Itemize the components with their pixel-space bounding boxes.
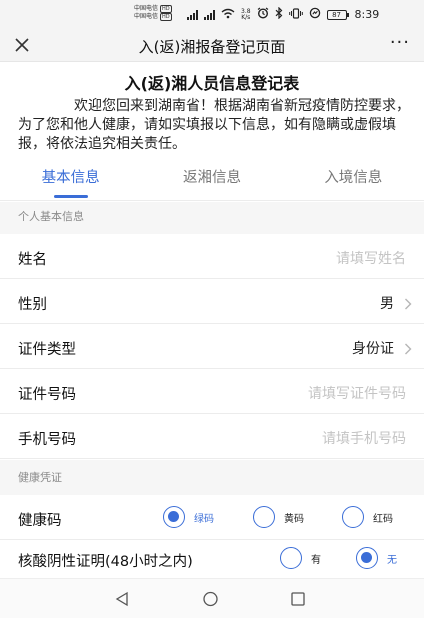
id-number-field[interactable]: 证件号码 请填写证件号码	[0, 369, 424, 414]
phone-label: 手机号码	[18, 432, 76, 448]
name-field[interactable]: 姓名 请填写姓名	[0, 234, 424, 279]
health-code-field: 健康码 绿码 黄码 红码	[0, 495, 424, 540]
signal-icon	[187, 9, 198, 20]
tab-return-info[interactable]: 返湘信息	[141, 165, 282, 200]
network-speed-unit: K/s	[241, 13, 251, 21]
hd-badge: HD	[160, 5, 172, 13]
data-saver-icon	[309, 7, 321, 22]
nucleic-test-no-label: 无	[387, 554, 397, 566]
nucleic-test-no-radio[interactable]: 无	[356, 547, 397, 569]
health-code-red-radio[interactable]: 红码	[342, 506, 393, 528]
page-title: 入(返)湘报备登记页面	[138, 38, 286, 56]
alarm-icon	[257, 7, 269, 22]
id-number-input[interactable]: 请填写证件号码	[308, 383, 406, 403]
nucleic-test-yes-label: 有	[311, 554, 321, 566]
health-code-yellow-label: 黄码	[284, 513, 304, 525]
nav-bar: 入(返)湘报备登记页面 ···	[0, 28, 424, 62]
radio-checked-icon	[163, 506, 185, 528]
system-nav-bar	[0, 578, 424, 618]
status-time: 8:39	[354, 8, 380, 21]
battery-icon: 87	[326, 9, 349, 20]
chevron-right-icon	[404, 340, 412, 355]
health-code-red-label: 红码	[373, 513, 393, 525]
radio-unchecked-icon	[280, 547, 302, 569]
nucleic-test-yes-radio[interactable]: 有	[280, 547, 321, 569]
phone-input[interactable]: 请填手机号码	[322, 428, 406, 448]
id-type-label: 证件类型	[18, 342, 76, 358]
radio-unchecked-icon	[253, 506, 275, 528]
carrier-1-label: 中国电信	[134, 5, 159, 12]
id-type-select[interactable]: 证件类型 身份证	[0, 324, 424, 369]
gender-select[interactable]: 性别 男	[0, 279, 424, 324]
nucleic-test-field: 核酸阴性证明(48小时之内) 有 无	[0, 540, 424, 580]
network-speed: 3.8 K/s	[241, 8, 251, 21]
status-icons: 3.8 K/s 87 8:39	[187, 6, 380, 22]
health-code-green-radio[interactable]: 绿码	[163, 506, 214, 528]
health-code-label: 健康码	[18, 513, 62, 529]
back-triangle-icon[interactable]	[114, 591, 130, 611]
id-number-label: 证件号码	[18, 387, 76, 403]
carrier-info: 中国电信 HD 中国电信 HD	[134, 5, 172, 21]
status-bar: 中国电信 HD 中国电信 HD 3.8 K/s 87 8:39	[0, 0, 424, 28]
section-header-health: 健康凭证	[0, 460, 424, 495]
active-tab-indicator	[53, 195, 88, 198]
wifi-icon	[221, 8, 235, 22]
signal-icon	[204, 9, 215, 20]
tab-basic-info[interactable]: 基本信息	[0, 165, 141, 200]
gender-label: 性别	[18, 297, 47, 313]
section-header-personal: 个人基本信息	[0, 202, 424, 234]
tab-entry-info[interactable]: 入境信息	[283, 165, 424, 200]
radio-checked-icon	[356, 547, 378, 569]
chevron-right-icon	[404, 295, 412, 310]
tab-bar: 基本信息 返湘信息 入境信息	[0, 165, 424, 201]
form-intro-text: 欢迎您回来到湖南省！根据湖南省新冠疫情防控要求，为了您和他人健康，请如实填报以下…	[18, 98, 410, 152]
name-input[interactable]: 请填写姓名	[336, 248, 406, 268]
bluetooth-icon	[275, 6, 283, 22]
carrier-2-label: 中国电信	[134, 13, 159, 20]
tab-basic-info-label: 基本信息	[41, 170, 100, 186]
form-title: 入(返)湘人员信息登记表	[124, 74, 300, 93]
gender-value[interactable]: 男	[380, 293, 394, 313]
health-code-yellow-radio[interactable]: 黄码	[253, 506, 304, 528]
more-menu-button[interactable]: ···	[390, 32, 410, 53]
vibrate-icon	[288, 7, 303, 22]
home-circle-icon[interactable]	[202, 591, 219, 611]
recents-square-icon[interactable]	[290, 591, 306, 611]
phone-field[interactable]: 手机号码 请填手机号码	[0, 414, 424, 459]
name-label: 姓名	[18, 252, 47, 268]
tab-entry-info-label: 入境信息	[324, 170, 383, 186]
radio-unchecked-icon	[342, 506, 364, 528]
health-code-green-label: 绿码	[194, 513, 214, 525]
nucleic-test-label: 核酸阴性证明(48小时之内)	[18, 554, 193, 570]
hd-badge: HD	[160, 13, 172, 21]
battery-level: 87	[326, 9, 347, 20]
id-type-value[interactable]: 身份证	[352, 338, 394, 358]
tab-return-info-label: 返湘信息	[182, 170, 241, 186]
